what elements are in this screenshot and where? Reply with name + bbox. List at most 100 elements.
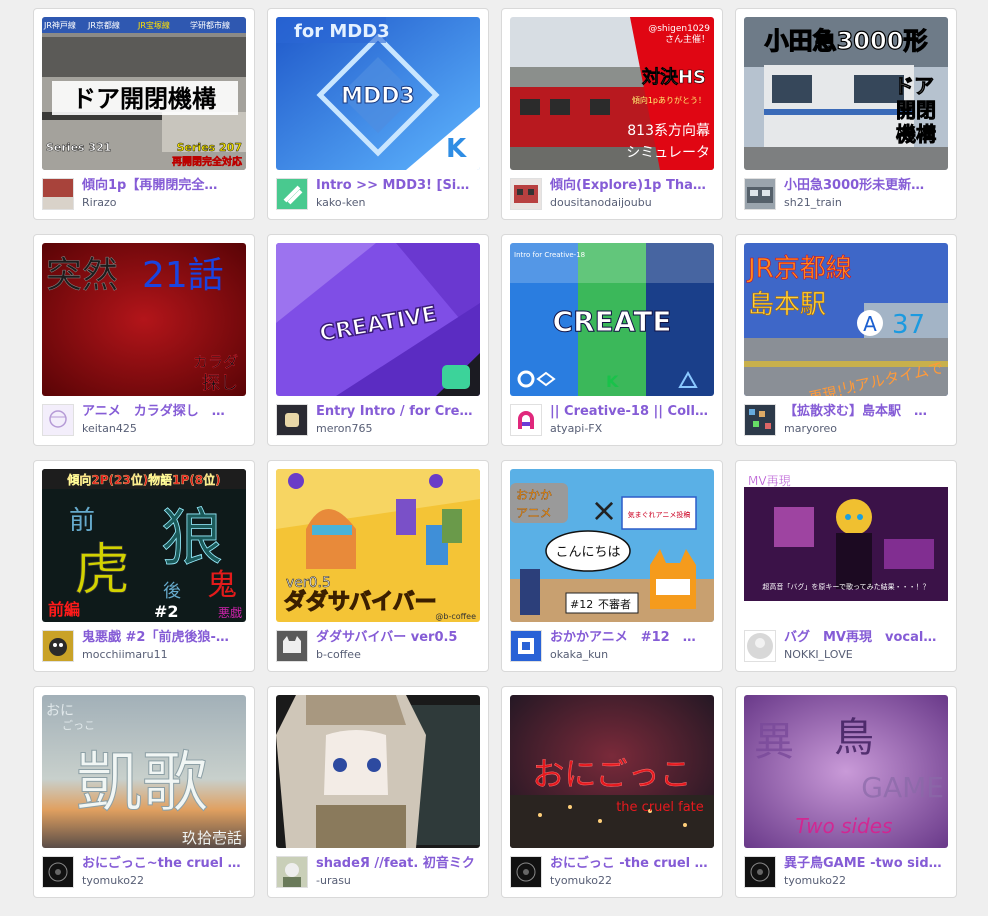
project-thumbnail[interactable]: おに ごっこ 凱歌 玖拾壱話 bbox=[42, 695, 246, 848]
thumb-num: #2 bbox=[154, 602, 179, 621]
project-author[interactable]: atyapi-FX bbox=[550, 422, 710, 436]
project-title[interactable]: || Creative-18 || Colla… bbox=[550, 403, 710, 420]
project-card[interactable]: shadeЯ //feat. 初音ミク -urasu bbox=[267, 686, 489, 898]
thumb-big: 鳥 bbox=[834, 715, 874, 761]
thumb-side: 機構 bbox=[896, 122, 936, 146]
author-avatar[interactable] bbox=[744, 630, 776, 662]
project-author[interactable]: meron765 bbox=[316, 422, 476, 436]
project-thumbnail[interactable]: MV再現 超高音「バグ」を原キーで歌ってみた結果・・・！？ bbox=[744, 469, 948, 622]
project-thumbnail[interactable]: for MDD3 MDD3 K bbox=[276, 17, 480, 170]
thumb-top: Intro for Creative-18 bbox=[514, 251, 585, 259]
project-title[interactable]: 傾向(Explore)1p Tha… bbox=[550, 177, 710, 194]
author-avatar[interactable] bbox=[510, 404, 542, 436]
thumb-main: 凱歌 bbox=[76, 744, 208, 821]
project-title[interactable]: おかかアニメ #12 … bbox=[550, 629, 710, 646]
project-author[interactable]: NOKKI_LOVE bbox=[784, 648, 944, 662]
author-avatar[interactable] bbox=[42, 856, 74, 888]
project-card[interactable]: @shigen1029 さん主催！ 対決HS 傾向1pありがとう！ 813系方向… bbox=[501, 8, 723, 220]
project-card[interactable]: Intro for Creative-18 CREATE K || Creati… bbox=[501, 234, 723, 446]
project-title[interactable]: 小田急3000形未更新… bbox=[784, 177, 944, 194]
project-card[interactable]: JR神戸線 JR京都線 JR宝塚線 学研都市線 ドア開閉機構 Series 32… bbox=[33, 8, 255, 220]
thumb-num2: 不審者 bbox=[598, 597, 631, 611]
project-title[interactable]: shadeЯ //feat. 初音ミク bbox=[316, 855, 476, 872]
project-title[interactable]: アニメ カラダ探し … bbox=[82, 403, 242, 420]
project-author[interactable]: tyomuko22 bbox=[550, 874, 710, 888]
project-card[interactable]: おにごっこ the cruel fate おにごっこ -the cruel … … bbox=[501, 686, 723, 898]
author-avatar[interactable] bbox=[42, 404, 74, 436]
project-card[interactable]: 傾向2P(23位)物語1P(8位) 狼 虎 鬼 前 後 前編 #2 悪戯 鬼悪戯… bbox=[33, 460, 255, 672]
project-author[interactable]: tyomuko22 bbox=[784, 874, 944, 888]
project-card[interactable]: CREATIVE Entry Intro / for Creat… meron7… bbox=[267, 234, 489, 446]
project-thumbnail[interactable] bbox=[276, 695, 480, 848]
project-thumbnail[interactable]: 異 鳥 GAME Two sides bbox=[744, 695, 948, 848]
thumb-num: #12 bbox=[570, 598, 593, 611]
project-thumbnail[interactable]: JR神戸線 JR京都線 JR宝塚線 学研都市線 ドア開閉機構 Series 32… bbox=[42, 17, 246, 170]
thumb-bottom1: 813系方向幕 bbox=[627, 123, 710, 139]
project-card[interactable]: おに ごっこ 凱歌 玖拾壱話 おにごっこ~the cruel … tyomuko… bbox=[33, 686, 255, 898]
project-title[interactable]: Intro >> MDD3! [Sign… bbox=[316, 177, 476, 194]
project-thumbnail[interactable]: @shigen1029 さん主催！ 対決HS 傾向1pありがとう！ 813系方向… bbox=[510, 17, 714, 170]
project-thumbnail[interactable]: おかか アニメ × 気まぐれアニメ投稿 こんにちは #12 不審者 bbox=[510, 469, 714, 622]
project-author[interactable]: maryoreo bbox=[784, 422, 944, 436]
author-avatar[interactable] bbox=[510, 630, 542, 662]
author-avatar[interactable] bbox=[276, 404, 308, 436]
author-avatar[interactable] bbox=[510, 856, 542, 888]
thumb-sub: Two sides bbox=[796, 814, 893, 838]
thumb-tag: おかか bbox=[516, 488, 552, 502]
project-title[interactable]: バグ MV再現 vocal… bbox=[784, 629, 944, 646]
project-thumbnail[interactable]: Intro for Creative-18 CREATE K bbox=[510, 243, 714, 396]
project-author[interactable]: mocchiimaru11 bbox=[82, 648, 242, 662]
project-thumbnail[interactable]: 傾向2P(23位)物語1P(8位) 狼 虎 鬼 前 後 前編 #2 悪戯 bbox=[42, 469, 246, 622]
author-avatar[interactable] bbox=[744, 404, 776, 436]
thumb-main: MDD3 bbox=[341, 84, 415, 109]
thumb-big: 狼 bbox=[161, 501, 223, 574]
project-author[interactable]: okaka_kun bbox=[550, 648, 710, 662]
project-thumbnail[interactable]: JR京都線 島本駅 A 37 リアルタイムで 再現！！ bbox=[744, 243, 948, 396]
project-card[interactable]: for MDD3 MDD3 K Intro >> MDD3! [Sign… ka… bbox=[267, 8, 489, 220]
author-avatar[interactable] bbox=[276, 178, 308, 210]
author-avatar[interactable] bbox=[42, 630, 74, 662]
project-title[interactable]: おにごっこ -the cruel … bbox=[550, 855, 710, 872]
thumb-main: 突然 bbox=[46, 255, 118, 296]
thumb-speech: こんにちは bbox=[555, 545, 620, 560]
project-card[interactable]: おかか アニメ × 気まぐれアニメ投稿 こんにちは #12 不審者 おかかアニメ… bbox=[501, 460, 723, 672]
project-card[interactable]: JR京都線 島本駅 A 37 リアルタイムで 再現！！ 【拡散求む】島本駅 … … bbox=[735, 234, 957, 446]
project-title[interactable]: 【拡散求む】島本駅 … bbox=[784, 403, 944, 420]
project-title[interactable]: Entry Intro / for Creat… bbox=[316, 403, 476, 420]
project-author[interactable]: dousitanodaijoubu bbox=[550, 196, 710, 210]
author-avatar[interactable] bbox=[276, 630, 308, 662]
project-title[interactable]: おにごっこ~the cruel … bbox=[82, 855, 242, 872]
project-thumbnail[interactable]: 小田急3000形 ドア 開閉 機構 bbox=[744, 17, 948, 170]
project-thumbnail[interactable]: CREATIVE bbox=[276, 243, 480, 396]
author-avatar[interactable] bbox=[744, 178, 776, 210]
author-avatar[interactable] bbox=[276, 856, 308, 888]
author-avatar[interactable] bbox=[510, 178, 542, 210]
project-title[interactable]: 異子鳥GAME -two sid… bbox=[784, 855, 944, 872]
logo-icon: K bbox=[446, 134, 467, 164]
thumb-sub: the cruel fate bbox=[616, 800, 704, 815]
project-author[interactable]: -urasu bbox=[316, 874, 476, 888]
project-thumbnail[interactable]: ver0.5 ダダサバイバー @b-coffee bbox=[276, 469, 480, 622]
project-author[interactable]: keitan425 bbox=[82, 422, 242, 436]
project-card[interactable]: 異 鳥 GAME Two sides 異子鳥GAME -two sid… tyo… bbox=[735, 686, 957, 898]
project-author[interactable]: b-coffee bbox=[316, 648, 476, 662]
project-card[interactable]: MV再現 超高音「バグ」を原キーで歌ってみた結果・・・！？ バグ MV再現 vo… bbox=[735, 460, 957, 672]
project-card[interactable]: ver0.5 ダダサバイバー @b-coffee ダダサバイバー ver0.5 … bbox=[267, 460, 489, 672]
project-card[interactable]: 突然 21話 カラダ 探し アニメ カラダ探し … keitan425 bbox=[33, 234, 255, 446]
project-card[interactable]: 小田急3000形 ドア 開閉 機構 小田急3000形未更新… sh21_trai… bbox=[735, 8, 957, 220]
thumb-box: 気まぐれアニメ投稿 bbox=[628, 510, 691, 519]
project-title[interactable]: 鬼悪戯 #2「前虎後狼-… bbox=[82, 629, 242, 646]
project-author[interactable]: sh21_train bbox=[784, 196, 944, 210]
project-author[interactable]: kako-ken bbox=[316, 196, 476, 210]
project-title[interactable]: 傾向1p【再開閉完全… bbox=[82, 177, 242, 194]
logo-icon: K bbox=[606, 372, 619, 391]
project-author[interactable]: tyomuko22 bbox=[82, 874, 242, 888]
project-title[interactable]: ダダサバイバー ver0.5 bbox=[316, 629, 476, 646]
thumb-line2: 島本駅 bbox=[748, 290, 826, 320]
project-author[interactable]: Rirazo bbox=[82, 196, 242, 210]
author-avatar[interactable] bbox=[744, 856, 776, 888]
project-thumbnail[interactable]: おにごっこ the cruel fate bbox=[510, 695, 714, 848]
project-thumbnail[interactable]: 突然 21話 カラダ 探し bbox=[42, 243, 246, 396]
thumb-handle: @shigen1029 bbox=[648, 24, 710, 34]
author-avatar[interactable] bbox=[42, 178, 74, 210]
